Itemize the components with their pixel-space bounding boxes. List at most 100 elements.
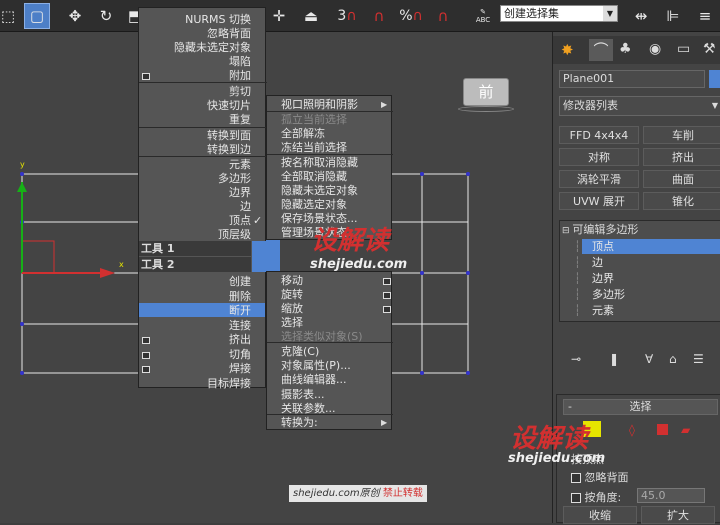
modifier-button[interactable]: FFD 4x4x4 [559, 126, 639, 144]
polygon-mode-icon[interactable] [657, 424, 668, 435]
quad-item[interactable]: 附加 [139, 69, 251, 83]
modifier-button[interactable]: UVW 展开 [559, 192, 639, 210]
quad-item[interactable]: 顶层级 [139, 228, 251, 242]
edit-named-selection-icon[interactable]: ✎ ABC [470, 3, 496, 29]
modifier-list-dropdown[interactable]: 修改器列表 ▼ [559, 96, 720, 116]
motion-tab-icon[interactable]: ◉ [649, 41, 661, 57]
move-icon[interactable]: ✥ [62, 3, 88, 29]
quad-corner-right [266, 240, 280, 271]
display-item[interactable]: 全部解冻 [281, 127, 391, 141]
transform-item[interactable]: 缩放 [281, 302, 391, 316]
transform-item[interactable]: 克隆(C) [281, 345, 391, 359]
selection-rollout-title[interactable]: - 选择 [563, 399, 718, 415]
modifier-button[interactable]: 挤出 [643, 148, 720, 166]
quad-item-6[interactable]: 焊接 [139, 362, 251, 376]
make-unique-icon[interactable]: ∀ [645, 352, 653, 366]
modifier-button[interactable]: 涡轮平滑 [559, 170, 639, 188]
transform-item[interactable]: 曲线编辑器... [281, 373, 391, 387]
viewcube[interactable]: 前 [463, 78, 509, 106]
quad-item-7[interactable]: 目标焊接 [139, 377, 251, 391]
quad-item[interactable]: 转换到面 [139, 129, 251, 143]
percent-snap-icon[interactable]: % ∩ [398, 3, 424, 29]
quad-item[interactable]: 隐藏未选定对象 [139, 41, 251, 55]
quad-item[interactable]: 边界 [139, 186, 251, 200]
snap-3d-icon[interactable]: 3 ∩ [334, 3, 360, 29]
menu-separator [139, 156, 267, 157]
display-item[interactable]: 隐藏选定对象 [281, 198, 391, 212]
modifier-button[interactable]: 曲面 [643, 170, 720, 188]
main-toolbar: ⬚ ▢ ✥ ↻ ⬒ ✛ ⏏ 3 ∩ ∩ % ∩ ∩ ✎ ABC 创建选择集 ▼ ⇹ ⊫… [0, 0, 720, 32]
stack-item[interactable]: 元素 [592, 304, 614, 318]
quad-item[interactable]: 边 [139, 200, 251, 214]
transform-item[interactable]: 旋转 [281, 288, 391, 302]
configure-sets-icon[interactable]: ☰ [693, 352, 704, 366]
modifier-button[interactable]: 对称 [559, 148, 639, 166]
by-angle-option[interactable]: 按角度: [571, 489, 621, 505]
layer-manager-icon[interactable]: ≡ [692, 3, 718, 29]
menu-separator [267, 342, 393, 343]
align-icon[interactable]: ⊫ [660, 3, 686, 29]
display-item[interactable]: 按名称取消隐藏 [281, 156, 391, 170]
object-color-swatch[interactable] [709, 70, 720, 88]
transform-item[interactable]: 选择 [281, 316, 391, 330]
keyboard-shortcut-icon[interactable]: ⏏ [298, 3, 324, 29]
quad-item[interactable]: 忽略背面 [139, 27, 251, 41]
remove-modifier-icon[interactable]: ⌂ [669, 352, 677, 366]
transform-item[interactable]: 摄影表... [281, 388, 391, 402]
rotate-icon[interactable]: ↻ [93, 3, 119, 29]
quad-item[interactable]: 剪切 [139, 85, 251, 99]
transform-item[interactable]: 转换为: [281, 416, 391, 430]
modifier-button[interactable]: 锥化 [643, 192, 720, 210]
quad-item[interactable]: NURMS 切换 [139, 13, 251, 27]
quad-item-4[interactable]: 挤出 [139, 333, 251, 347]
create-tab-icon[interactable]: ✸ [561, 41, 574, 59]
tree-line-icon: ┆ [574, 240, 581, 253]
shrink-button[interactable]: 收缩 [563, 506, 637, 524]
display-item[interactable]: 视口照明和阴影 [281, 98, 391, 112]
stack-item[interactable]: 顶点 [592, 240, 614, 254]
spinner-snap-icon[interactable]: ∩ [430, 3, 456, 29]
modify-tab-icon[interactable]: ⌒ [589, 39, 613, 61]
stack-item[interactable]: 边 [592, 256, 603, 270]
display-item[interactable]: 隐藏未选定对象 [281, 184, 391, 198]
display-item[interactable]: 冻结当前选择 [281, 141, 391, 155]
quad-item[interactable]: 重复 [139, 113, 251, 127]
utilities-tab-icon[interactable]: ⚒ [703, 41, 716, 57]
display-item[interactable]: 孤立当前选择 [281, 113, 391, 127]
object-name-field[interactable]: Plane001 [559, 70, 705, 88]
quad-item-1[interactable]: 删除 [139, 290, 251, 304]
stack-item[interactable]: 边界 [592, 272, 614, 286]
select-object-icon[interactable]: ▢ [24, 3, 50, 29]
hierarchy-tab-icon[interactable]: ♣ [619, 41, 632, 57]
grow-button[interactable]: 扩大 [641, 506, 715, 524]
quad-item-2[interactable]: 断开 [139, 304, 251, 318]
quad-item-5[interactable]: 切角 [139, 348, 251, 362]
angle-snap-icon[interactable]: ∩ [366, 3, 392, 29]
quad-item[interactable]: 多边形 [139, 172, 251, 186]
transform-item[interactable]: 对象属性(P)... [281, 359, 391, 373]
quad-item[interactable]: 转换到边 [139, 143, 251, 157]
element-mode-icon[interactable]: ▰ [681, 423, 690, 437]
display-tab-icon[interactable]: ▭ [677, 41, 690, 57]
select-region-icon[interactable]: ⬚ [0, 3, 16, 29]
checkbox-icon [142, 337, 150, 344]
named-selection-dropdown[interactable]: 创建选择集 ▼ [500, 5, 618, 22]
quad-item[interactable]: 快速切片 [139, 99, 251, 113]
display-item[interactable]: 全部取消隐藏 [281, 170, 391, 184]
modifier-button[interactable]: 车削 [643, 126, 720, 144]
transform-item[interactable]: 移动 [281, 274, 391, 288]
ignore-backfacing-option[interactable]: 忽略背面 [571, 469, 629, 485]
pivot-icon[interactable]: ✛ [266, 3, 292, 29]
edge-mode-icon[interactable]: ◊ [629, 423, 635, 437]
mirror-icon[interactable]: ⇹ [628, 3, 654, 29]
quad-item-0[interactable]: 创建 [139, 275, 251, 289]
stack-root[interactable]: ⊟ 可编辑多边形 [562, 223, 638, 238]
quad-item[interactable]: 元素 [139, 158, 251, 172]
quad-item-3[interactable]: 连接 [139, 319, 251, 333]
stack-item[interactable]: 多边形 [592, 288, 625, 302]
angle-value-field[interactable]: 45.0 [637, 488, 705, 503]
quad-item[interactable]: 顶点 [139, 214, 251, 228]
show-end-result-icon[interactable]: ❚ [609, 352, 619, 366]
pin-stack-icon[interactable]: ⊸ [571, 352, 581, 366]
quad-item[interactable]: 塌陷 [139, 55, 251, 69]
